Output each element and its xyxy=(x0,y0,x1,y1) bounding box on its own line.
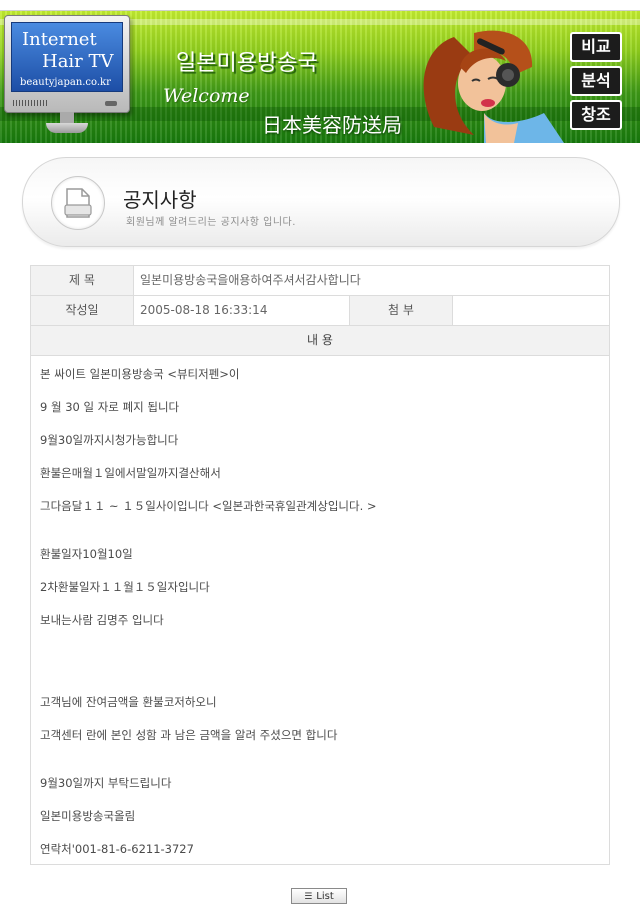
tv-monitor-logo[interactable]: Internet Hair TV beautyjapan.co.kr xyxy=(4,15,130,113)
logo-line-1: Internet xyxy=(22,29,97,50)
logo-line-2: Hair TV xyxy=(42,51,114,72)
list-button[interactable]: ☰ List xyxy=(291,888,347,904)
banner-title-japanese: 日本美容防送局 xyxy=(262,113,402,137)
attachment-label: 첨 부 xyxy=(350,296,453,325)
post-line: 일본미용방송국올림 xyxy=(40,809,136,823)
woman-headphones-illustration xyxy=(423,30,564,143)
monitor-led xyxy=(105,101,117,106)
date-value: 2005-08-18 16:33:14 xyxy=(134,296,350,325)
post-line: 9월30일까지 부탁드립니다 xyxy=(40,776,172,790)
post-line: 환불은매월１일에서말일까지결산해서 xyxy=(40,466,221,480)
subject-label: 제 목 xyxy=(31,266,134,295)
post-line: 환불일자10월10일 xyxy=(40,547,133,561)
list-icon: ☰ xyxy=(304,892,313,902)
banner-title-korean: 일본미용방송국 xyxy=(176,51,318,76)
side-button-compare[interactable]: 비교 xyxy=(570,32,622,62)
post-line: 9월30일까지시청가능합니다 xyxy=(40,433,179,447)
monitor-vent xyxy=(13,100,47,106)
side-button-creation[interactable]: 창조 xyxy=(570,100,622,130)
content-label: 내 용 xyxy=(307,333,333,347)
notice-board-table: 제 목 일본미용방송국을애용하여주셔서감사합니다 작성일 2005-08-18 … xyxy=(30,265,610,865)
subject-row: 제 목 일본미용방송국을애용하여주셔서감사합니다 xyxy=(31,266,609,296)
page-title: 공지사항 xyxy=(123,188,197,212)
post-line: 보내는사람 김명주 입니다 xyxy=(40,613,164,627)
post-line: 그다음달１１ ~ １５일사이입니다 <일본과한국휴일관계상입니다. > xyxy=(40,499,377,513)
post-line: 본 싸이트 일본미용방송국 <뷰티저펜>이 xyxy=(40,367,240,381)
post-line: 9 월 30 일 자로 폐지 됩니다 xyxy=(40,400,180,414)
list-button-label: List xyxy=(316,891,334,902)
date-row: 작성일 2005-08-18 16:33:14 첨 부 xyxy=(31,296,609,326)
logo-url: beautyjapan.co.kr xyxy=(20,77,111,88)
page-subtitle: 회원님께 알려드리는 공지사항 입니다. xyxy=(126,217,296,228)
document-icon xyxy=(51,176,105,230)
attachment-value[interactable] xyxy=(453,296,609,325)
notice-header: 공지사항 회원님께 알려드리는 공지사항 입니다. xyxy=(22,157,620,247)
monitor-stand xyxy=(46,123,88,133)
site-banner: Internet Hair TV beautyjapan.co.kr 일본미용방… xyxy=(0,11,640,143)
post-line: 연락처'001-81-6-6211-3727 xyxy=(40,842,194,856)
date-label: 작성일 xyxy=(31,296,134,325)
content-header-row: 내 용 xyxy=(31,326,609,356)
subject-value: 일본미용방송국을애용하여주셔서감사합니다 xyxy=(140,273,361,287)
top-nav-strip xyxy=(0,0,640,11)
post-line: 고객님에 잔여금액을 환불코저하오니 xyxy=(40,695,217,709)
tv-screen: Internet Hair TV beautyjapan.co.kr xyxy=(11,22,123,92)
post-line: 고객센터 란에 본인 성함 과 남은 금액을 알려 주셨으면 합니다 xyxy=(40,728,338,742)
side-button-analysis[interactable]: 분석 xyxy=(570,66,622,96)
post-body: 본 싸이트 일본미용방송국 <뷰티저펜>이 9 월 30 일 자로 폐지 됩니다… xyxy=(31,356,609,864)
post-line: 2차환불일자１１월１５일자입니다 xyxy=(40,580,210,594)
banner-welcome: Welcome xyxy=(163,85,250,107)
